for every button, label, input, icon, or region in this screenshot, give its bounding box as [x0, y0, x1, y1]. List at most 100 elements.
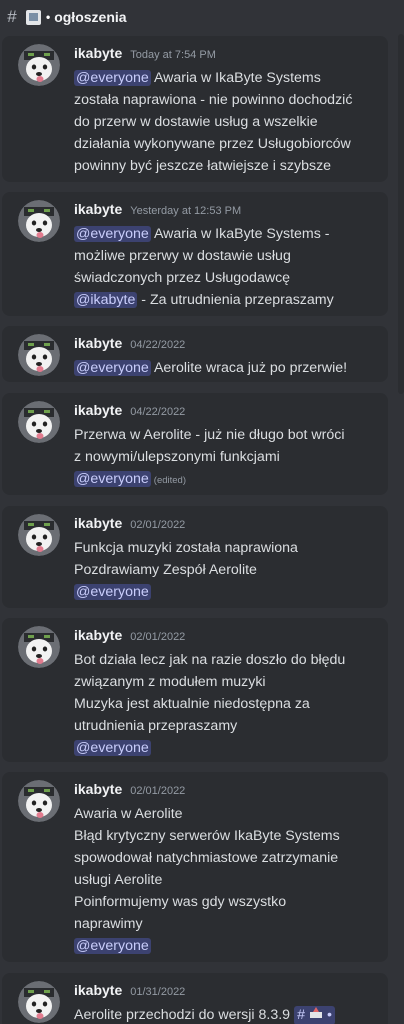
- message-body: @everyone Awaria w IkaByte Systems został…: [74, 67, 374, 177]
- message-line: Błąd krytyczny serwerów IkaByte Systems: [74, 825, 374, 847]
- author-name[interactable]: ikabyte: [74, 781, 122, 797]
- timestamp: 02/01/2022: [130, 785, 186, 797]
- message-line: utrudnienia przepraszamy: [74, 715, 374, 737]
- message-line: Awaria w Aerolite: [74, 803, 374, 825]
- message-text: usługi Aerolite: [74, 872, 163, 888]
- message-line: @everyone Aerolite wraca już po przerwie…: [74, 357, 374, 379]
- message-text: świadczonych przez Usługodawcę: [74, 270, 291, 286]
- message-header: ikabyte 04/22/2022: [74, 335, 185, 351]
- mention[interactable]: @everyone: [74, 740, 151, 756]
- message-card[interactable]: ikabyte 04/22/2022 @everyone Aerolite wrac…: [2, 326, 388, 382]
- message-line: Aerolite przechodzi do wersji 8.3.9 # •: [74, 1004, 374, 1024]
- author-name[interactable]: ikabyte: [74, 45, 122, 61]
- avatar[interactable]: [18, 44, 60, 86]
- author-name[interactable]: ikabyte: [74, 335, 122, 351]
- message-body: Funkcja muzyki została naprawiona Pozdraw…: [74, 537, 374, 603]
- author-name[interactable]: ikabyte: [74, 982, 122, 998]
- avatar[interactable]: [18, 401, 60, 443]
- mention[interactable]: @everyone: [74, 471, 151, 487]
- message-line: świadczonych przez Usługodawcę: [74, 267, 374, 289]
- message-header: ikabyte 02/01/2022: [74, 515, 185, 531]
- message-line: z nowymi/ulepszonymi funkcjami: [74, 446, 374, 468]
- timestamp: 04/22/2022: [130, 406, 186, 418]
- message-body: Przerwa w Aerolite - już nie długo bot w…: [74, 424, 374, 492]
- message-text: spowodował natychmiastowe zatrzymanie: [74, 850, 339, 866]
- avatar[interactable]: [18, 514, 60, 556]
- avatar[interactable]: [18, 334, 60, 376]
- message-header: ikabyte Today at 7:54 PM: [74, 45, 216, 61]
- message-text: Awaria w IkaByte Systems -: [150, 226, 330, 242]
- author-name[interactable]: ikabyte: [74, 627, 122, 643]
- message-text: naprawimy: [74, 916, 143, 932]
- author-name[interactable]: ikabyte: [74, 515, 122, 531]
- channel-mention[interactable]: # •: [294, 1005, 335, 1024]
- message-text: możliwe przerwy w dostawie usług: [74, 248, 291, 264]
- scrollbar[interactable]: [398, 34, 404, 394]
- message-line: @everyone: [74, 935, 374, 957]
- discord-channel-view: # • ogłoszenia ikabyte Today at 7:54 PM @e…: [0, 0, 404, 1024]
- message-header: ikabyte 02/01/2022: [74, 781, 185, 797]
- separator-dot: •: [326, 1007, 332, 1024]
- message-line: @ikabyte - Za utrudnienia przepraszamy: [74, 289, 374, 311]
- message-card[interactable]: ikabyte 02/01/2022 Funkcja muzyki została …: [2, 506, 388, 608]
- timestamp: 02/01/2022: [130, 631, 186, 643]
- message-text: Muzyka jest aktualnie niedostępna za: [74, 696, 310, 712]
- mention[interactable]: @everyone: [74, 226, 151, 242]
- message-body: Bot działa lecz jak na razie doszło do b…: [74, 649, 374, 759]
- message-card[interactable]: ikabyte 01/31/2022 Aerolite przechodzi do …: [2, 973, 388, 1024]
- message-text: Pozdrawiamy Zespół Aerolite: [74, 562, 257, 578]
- message-card[interactable]: ikabyte 02/01/2022 Awaria w Aerolite Błąd k…: [2, 772, 388, 962]
- message-line: @everyone Awaria w IkaByte Systems -: [74, 223, 374, 245]
- message-line: Pozdrawiamy Zespół Aerolite: [74, 559, 374, 581]
- timestamp: Yesterday at 12:53 PM: [130, 205, 242, 217]
- message-body: Aerolite przechodzi do wersji 8.3.9 # •: [74, 1004, 374, 1024]
- message-line: @everyone: [74, 737, 374, 759]
- message-line: Muzyka jest aktualnie niedostępna za: [74, 693, 374, 715]
- message-card[interactable]: ikabyte Today at 7:54 PM @everyone Awaria …: [2, 36, 388, 182]
- message-text: związanym z modułem muzyki: [74, 674, 266, 690]
- message-body: Awaria w Aerolite Błąd krytyczny serwerów…: [74, 803, 374, 957]
- channel-header[interactable]: # • ogłoszenia: [0, 0, 404, 34]
- avatar[interactable]: [18, 780, 60, 822]
- announcement-board-icon: [26, 9, 41, 25]
- timestamp: 04/22/2022: [130, 339, 186, 351]
- mention[interactable]: @everyone: [74, 360, 151, 376]
- message-line: @everyone Awaria w IkaByte Systems: [74, 67, 374, 89]
- message-text: Przerwa w Aerolite - już nie długo bot w…: [74, 427, 345, 443]
- author-name[interactable]: ikabyte: [74, 201, 122, 217]
- mention[interactable]: @everyone: [74, 584, 151, 600]
- message-text: Awaria w Aerolite: [74, 806, 183, 822]
- message-line: @everyone (edited): [74, 468, 374, 492]
- message-card[interactable]: ikabyte Yesterday at 12:53 PM @everyone Aw…: [2, 192, 388, 316]
- message-line: Poinformujemy was gdy wszystko: [74, 891, 374, 913]
- message-text: do przerw w dostawie usług a wszelkie: [74, 114, 318, 130]
- timestamp: Today at 7:54 PM: [130, 49, 216, 61]
- message-text: z nowymi/ulepszonymi funkcjami: [74, 449, 280, 465]
- message-text: działania wykonywane przez Usługobiorców: [74, 136, 351, 152]
- message-text: Aerolite wraca już po przerwie!: [150, 360, 348, 376]
- avatar[interactable]: [18, 626, 60, 668]
- message-line: możliwe przerwy w dostawie usług: [74, 245, 374, 267]
- avatar[interactable]: [18, 200, 60, 242]
- message-line: @everyone: [74, 581, 374, 603]
- message-text: powinny być jeszcze łatwiejsze i szybsze: [74, 158, 332, 174]
- message-card[interactable]: ikabyte 04/22/2022 Przerwa w Aerolite - ju…: [2, 393, 388, 495]
- message-line: do przerw w dostawie usług a wszelkie: [74, 111, 374, 133]
- message-card[interactable]: ikabyte 02/01/2022 Bot działa lecz jak na …: [2, 618, 388, 762]
- message-text: Bot działa lecz jak na razie doszło do b…: [74, 652, 346, 668]
- message-text: Awaria w IkaByte Systems: [150, 70, 321, 86]
- mention[interactable]: @everyone: [74, 70, 151, 86]
- message-body: @everyone Aerolite wraca już po przerwie…: [74, 357, 374, 379]
- author-name[interactable]: ikabyte: [74, 402, 122, 418]
- message-line: Przerwa w Aerolite - już nie długo bot w…: [74, 424, 374, 446]
- message-header: ikabyte 02/01/2022: [74, 627, 185, 643]
- message-line: Funkcja muzyki została naprawiona: [74, 537, 374, 559]
- avatar[interactable]: [18, 981, 60, 1023]
- message-line: usługi Aerolite: [74, 869, 374, 891]
- mention[interactable]: @everyone: [74, 938, 151, 954]
- message-line: została naprawiona - nie powinno dochodz…: [74, 89, 374, 111]
- message-header: ikabyte 04/22/2022: [74, 402, 185, 418]
- mention[interactable]: @ikabyte: [74, 292, 138, 308]
- timestamp: 02/01/2022: [130, 519, 186, 531]
- message-line: powinny być jeszcze łatwiejsze i szybsze: [74, 155, 374, 177]
